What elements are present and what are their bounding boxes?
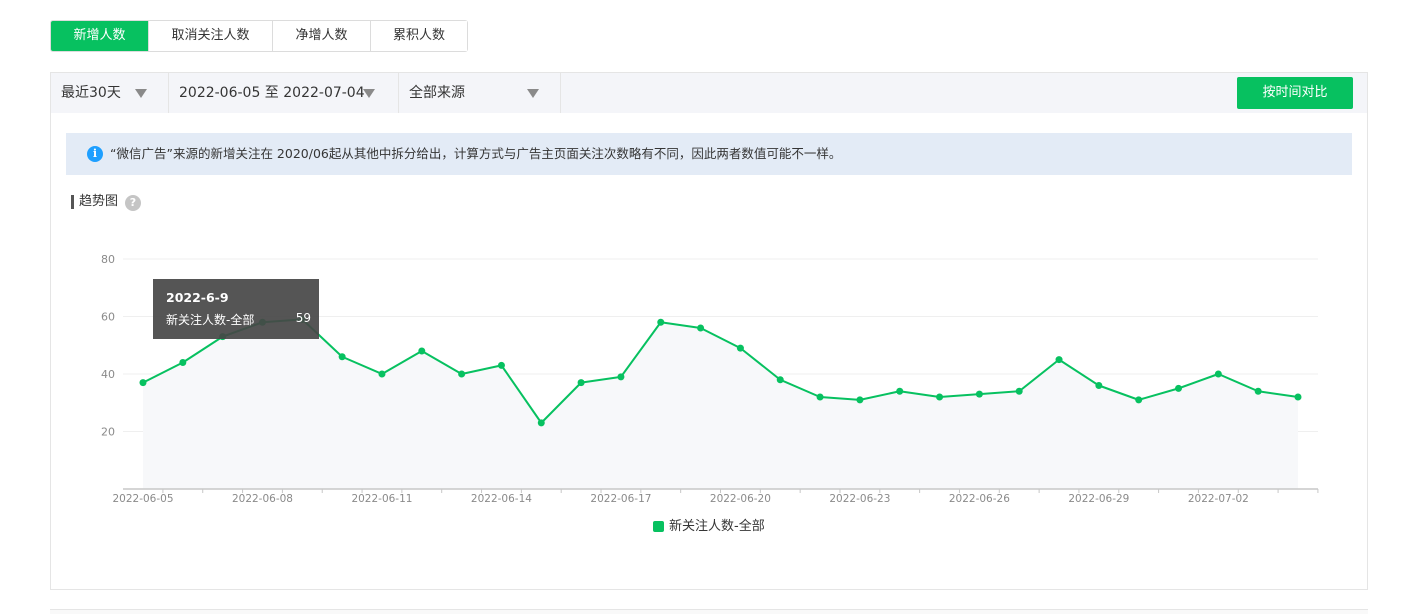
chart-legend-item[interactable]: 新关注人数-全部 [653, 518, 765, 536]
series-area [143, 319, 1298, 489]
data-point [458, 370, 466, 378]
data-point [1175, 384, 1183, 392]
data-point [1214, 370, 1222, 378]
section-divider [50, 609, 1368, 614]
data-point [856, 396, 864, 404]
data-point [338, 353, 346, 361]
data-point [1015, 387, 1023, 395]
x-tick-label: 2022-06-26 [949, 493, 1010, 505]
x-tick-label: 2022-06-20 [710, 493, 771, 505]
data-point [179, 359, 187, 366]
data-point [577, 379, 585, 387]
tooltip-series: 新关注人数-全部 [166, 313, 255, 327]
data-point [139, 379, 147, 387]
data-point [1294, 393, 1302, 401]
data-point [378, 370, 386, 378]
x-tick-label: 2022-07-02 [1188, 493, 1249, 505]
data-point [816, 393, 824, 401]
data-point [697, 324, 705, 332]
x-tick-label: 2022-06-17 [590, 493, 651, 505]
x-tick-label: 2022-06-08 [232, 493, 293, 505]
x-tick-label: 2022-06-14 [471, 493, 532, 505]
data-point [1055, 356, 1063, 364]
tooltip-date: 2022-6-9 [166, 290, 229, 305]
data-point [657, 318, 665, 326]
x-tick-label: 2022-06-05 [112, 493, 173, 505]
chart-tooltip: 2022-6-9 新关注人数-全部 59 [153, 279, 319, 339]
data-point [1254, 387, 1262, 395]
data-point [776, 376, 784, 384]
y-tick-label: 40 [101, 368, 115, 381]
tooltip-value: 59 [295, 311, 311, 325]
data-point [1135, 396, 1143, 404]
data-point [736, 344, 744, 352]
legend-label: 新关注人数-全部 [669, 519, 765, 534]
y-tick-label: 80 [101, 253, 115, 266]
data-point [497, 361, 505, 369]
data-point [896, 387, 904, 395]
x-tick-label: 2022-06-11 [351, 493, 412, 505]
legend-swatch [653, 521, 664, 532]
y-tick-label: 60 [101, 311, 115, 324]
tooltip-row: 新关注人数-全部 59 [166, 311, 311, 328]
data-point [936, 393, 944, 401]
data-point [1095, 382, 1103, 389]
y-tick-label: 20 [101, 426, 115, 439]
x-tick-label: 2022-06-29 [1068, 493, 1129, 505]
data-point [975, 390, 983, 398]
data-point [617, 373, 625, 381]
x-tick-label: 2022-06-23 [829, 493, 890, 505]
data-point [418, 347, 426, 355]
data-point [537, 419, 545, 427]
